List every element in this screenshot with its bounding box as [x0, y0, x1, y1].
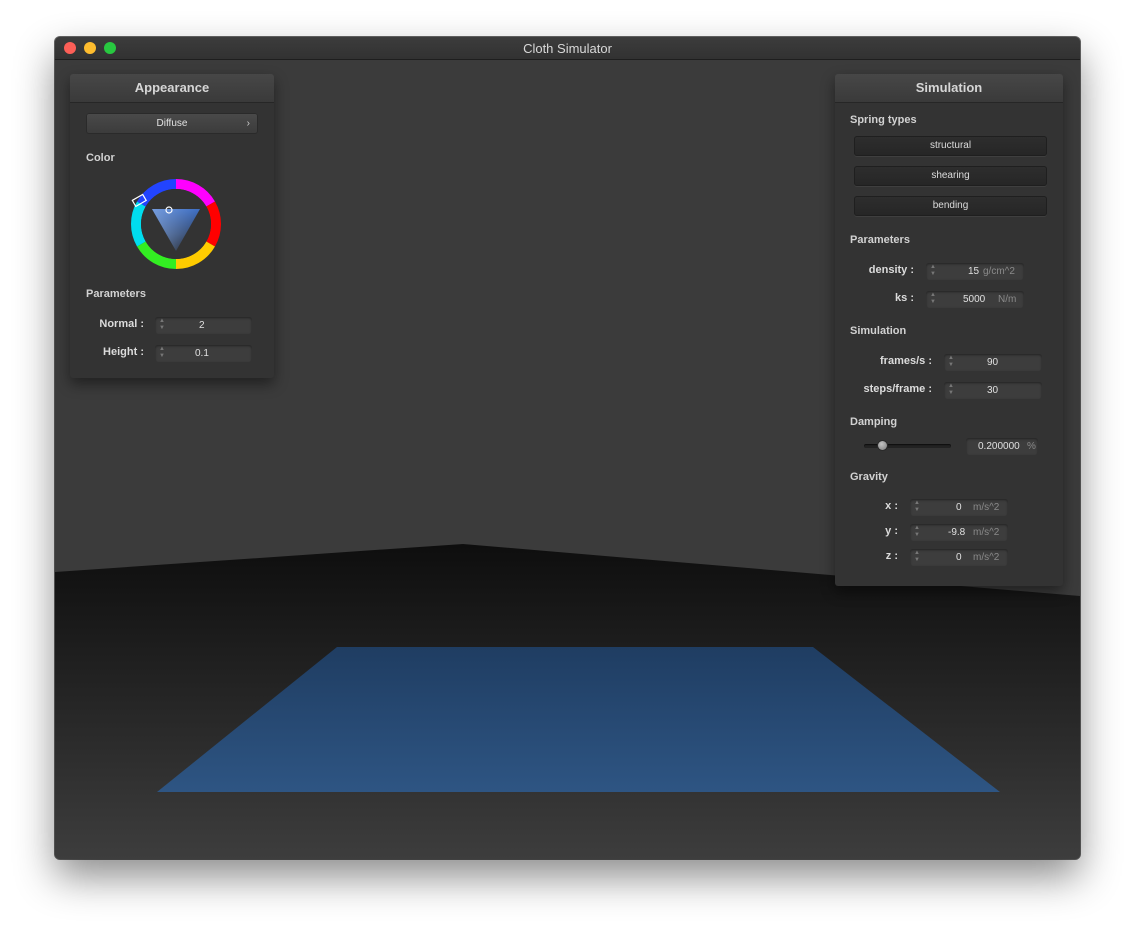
spinner-icon[interactable]: ▲ ▼	[948, 355, 954, 370]
spinner-icon[interactable]: ▲ ▼	[930, 264, 936, 279]
shader-dropdown[interactable]: Diffuse ›	[86, 113, 258, 134]
simulation-section-label: Simulation	[850, 325, 907, 337]
ks-label: ks :	[895, 292, 914, 304]
color-section-label: Color	[86, 152, 115, 164]
ks-input[interactable]: ▲ ▼ 5000 N/m	[926, 291, 1024, 308]
appearance-panel: Appearance Diffuse › Color Parameters No…	[70, 74, 274, 378]
gravity-x-label: x :	[885, 500, 898, 512]
height-input[interactable]: ▲ ▼ 0.1	[155, 345, 252, 362]
steps-per-frame-label: steps/frame :	[863, 383, 932, 395]
normal-label: Normal :	[99, 318, 144, 330]
appearance-panel-header[interactable]: Appearance	[70, 74, 274, 103]
gravity-y-label: y :	[885, 525, 898, 537]
title-bar[interactable]: Cloth Simulator	[55, 37, 1080, 60]
spinner-icon[interactable]: ▲ ▼	[914, 550, 920, 565]
gravity-x-input[interactable]: ▲ ▼ 0 m/s^2	[910, 499, 1008, 516]
simulation-parameters-label: Parameters	[850, 234, 910, 246]
bending-toggle-button[interactable]: bending	[854, 196, 1047, 216]
normal-input[interactable]: ▲ ▼ 2	[155, 317, 252, 334]
gravity-y-input[interactable]: ▲ ▼ -9.8 m/s^2	[910, 524, 1008, 541]
height-label: Height :	[103, 346, 144, 358]
spinner-icon[interactable]: ▲ ▼	[159, 318, 165, 333]
damping-input[interactable]: 0.200000 %	[966, 438, 1038, 455]
spinner-icon[interactable]: ▲ ▼	[930, 292, 936, 307]
spring-types-label: Spring types	[850, 114, 917, 126]
spinner-icon[interactable]: ▲ ▼	[914, 525, 920, 540]
gravity-z-input[interactable]: ▲ ▼ 0 m/s^2	[910, 549, 1008, 566]
spinner-icon[interactable]: ▲ ▼	[159, 346, 165, 361]
fps-label: frames/s :	[880, 355, 932, 367]
color-wheel[interactable]	[129, 177, 223, 271]
fps-input[interactable]: ▲ ▼ 90	[944, 354, 1042, 371]
damping-label: Damping	[850, 416, 898, 428]
spinner-icon[interactable]: ▲ ▼	[914, 500, 920, 515]
density-label: density :	[868, 264, 914, 276]
steps-per-frame-input[interactable]: ▲ ▼ 30	[944, 382, 1042, 399]
chevron-right-icon: ›	[246, 118, 250, 129]
density-input[interactable]: ▲ ▼ 15 g/cm^2	[926, 263, 1024, 280]
damping-slider-knob[interactable]	[877, 441, 887, 450]
appearance-parameters-label: Parameters	[86, 288, 146, 300]
gravity-z-label: z :	[885, 550, 898, 562]
app-window: Cloth Simulator Appearance Diffuse › Col…	[55, 37, 1080, 859]
window-title: Cloth Simulator	[523, 41, 612, 56]
shearing-toggle-button[interactable]: shearing	[854, 166, 1047, 186]
gravity-label: Gravity	[850, 471, 888, 483]
simulation-panel: Simulation Spring types structural shear…	[835, 74, 1063, 586]
spinner-icon[interactable]: ▲ ▼	[948, 383, 954, 398]
simulation-panel-header[interactable]: Simulation	[835, 74, 1063, 103]
shader-dropdown-value: Diffuse	[156, 118, 188, 129]
structural-toggle-button[interactable]: structural	[854, 136, 1047, 156]
